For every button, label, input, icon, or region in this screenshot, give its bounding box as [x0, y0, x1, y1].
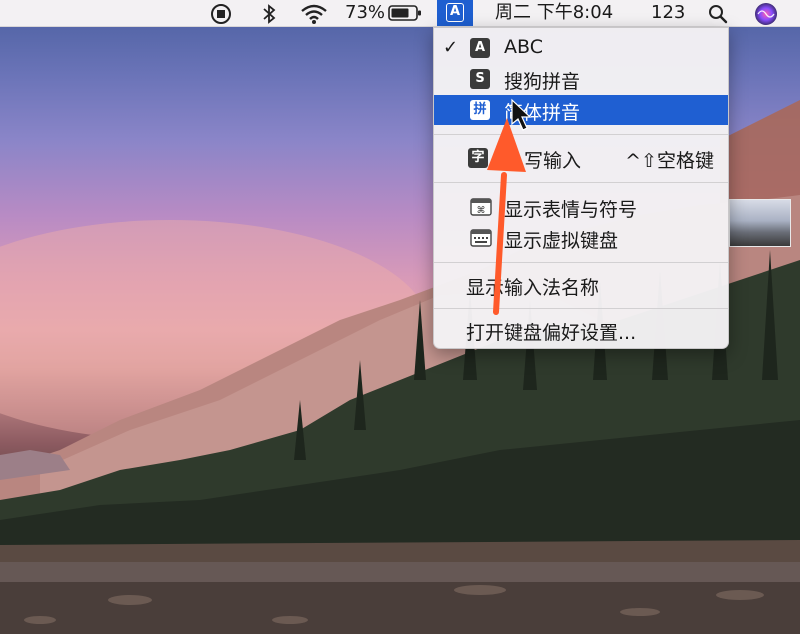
menu-item-label: 显示表情与符号 — [504, 199, 638, 221]
search-icon[interactable] — [707, 3, 729, 25]
menu-item-label: 打开键盘偏好设置... — [466, 322, 637, 344]
menu-bar: 73% A 周二 下午8:04 123 — [0, 0, 800, 27]
input-numbers-indicator[interactable]: 123 — [651, 0, 685, 26]
input-source-dropdown-menu: ✓ A ABC S 搜狗拼音 拼 简体拼音 字 写输入 ^⇧空格键 ⌘ 显示表情… — [433, 27, 729, 349]
window-thumbnail[interactable] — [729, 199, 791, 247]
menu-separator — [434, 262, 728, 263]
battery-percent[interactable]: 73% — [345, 0, 385, 26]
menu-item-label: 写输入 — [524, 150, 582, 172]
clock-day-time[interactable]: 周二 下午8:04 — [495, 0, 613, 26]
emoji-symbols-icon: ⌘ — [470, 198, 492, 216]
bluetooth-icon[interactable] — [259, 3, 279, 25]
sogou-icon: S — [470, 69, 490, 89]
menu-item-handwriting[interactable]: 字 写输入 ^⇧空格键 — [434, 143, 728, 173]
input-source-letter-icon: A — [446, 3, 464, 22]
menu-item-label: 显示输入法名称 — [466, 277, 600, 299]
menu-separator — [434, 308, 728, 309]
menu-item-label: 简体拼音 — [504, 102, 581, 124]
menu-item-label: 显示虚拟键盘 — [504, 230, 619, 252]
battery-icon[interactable] — [388, 4, 422, 22]
letter-a-icon: A — [470, 38, 490, 58]
menu-separator — [434, 134, 728, 135]
svg-text:⌘: ⌘ — [477, 206, 486, 216]
menu-separator — [434, 182, 728, 183]
screen-record-icon[interactable] — [210, 3, 232, 25]
keyboard-icon — [470, 229, 492, 247]
menu-item-show-virtual-keyboard[interactable]: 显示虚拟键盘 — [434, 223, 728, 253]
wifi-icon[interactable] — [299, 3, 329, 25]
pinyin-icon: 拼 — [470, 100, 490, 120]
menu-item-sogou-pinyin[interactable]: S 搜狗拼音 — [434, 64, 728, 94]
menu-item-shortcut: ^⇧空格键 — [625, 150, 714, 172]
checkmark-icon: ✓ — [443, 37, 459, 58]
handwriting-icon: 字 — [468, 148, 488, 168]
menu-item-label: ABC — [504, 36, 543, 58]
menu-item-show-input-name[interactable]: 显示输入法名称 — [434, 270, 728, 300]
menu-item-simplified-pinyin[interactable]: 拼 简体拼音 — [434, 95, 728, 125]
menu-item-abc[interactable]: ✓ A ABC — [434, 33, 728, 63]
menu-item-open-keyboard-preferences[interactable]: 打开键盘偏好设置... — [434, 315, 728, 345]
menu-item-label: 搜狗拼音 — [504, 71, 581, 93]
menu-item-show-emoji-symbols[interactable]: ⌘ 显示表情与符号 — [434, 192, 728, 222]
input-source-menu-button[interactable]: A — [437, 0, 473, 26]
siri-icon[interactable] — [754, 2, 778, 26]
